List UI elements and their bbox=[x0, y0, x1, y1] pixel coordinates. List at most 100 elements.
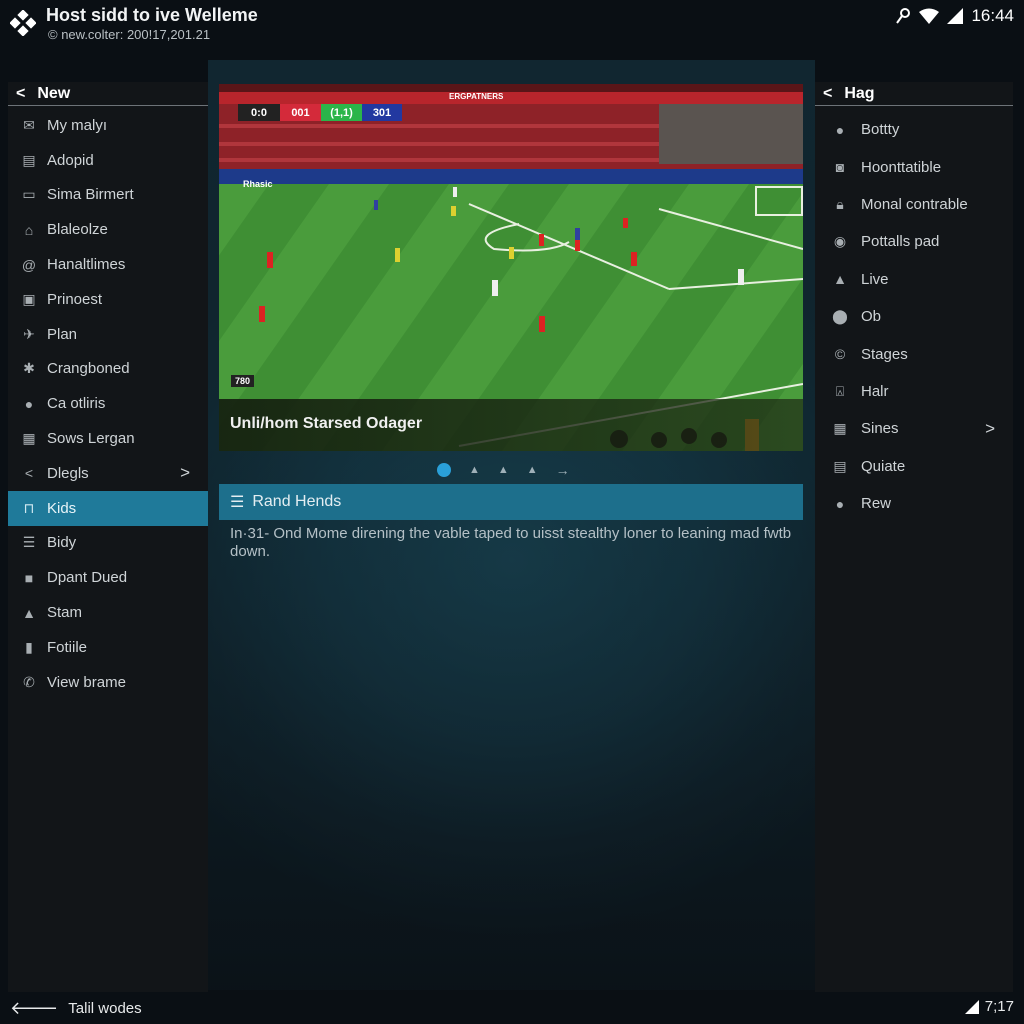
left-sidebar: < New ✉ My malyı ▤ Adopid ▭ Sima Birmert ⌂ Blale… bbox=[8, 82, 208, 992]
sidebar-item-hanaltlimes[interactable]: @ Hanaltlimes bbox=[8, 247, 208, 282]
list-icon: ☰ bbox=[230, 494, 245, 511]
back-chevron-icon[interactable]: < bbox=[823, 85, 832, 103]
sidebar-item-fotiile[interactable]: ▮ Fotiile bbox=[8, 630, 208, 665]
carousel-dot-active[interactable] bbox=[437, 463, 451, 477]
section-header[interactable]: ☰ Rand Hends bbox=[219, 484, 803, 520]
carousel-indicator: ▲ ▲ ▲ → bbox=[437, 462, 570, 478]
document-icon: ☰ bbox=[22, 534, 36, 551]
left-sidebar-title: New bbox=[37, 84, 71, 102]
sidebar-item-plan[interactable]: ✈ Plan bbox=[8, 317, 208, 352]
card-icon: ▤ bbox=[833, 457, 847, 474]
plane-icon: ✈ bbox=[23, 325, 35, 342]
sidebar-item-pottalls-pad[interactable]: ◉ Pottalls pad bbox=[815, 223, 1013, 260]
section-description: In·31- Ond Mome direning the vable taped… bbox=[230, 525, 792, 560]
sidebar-item-sines[interactable]: ▦ Sines > bbox=[815, 410, 1013, 447]
right-sidebar-header[interactable]: < Hag bbox=[815, 82, 1013, 106]
sidebar-item-stam[interactable]: ▲ Stam bbox=[8, 595, 208, 630]
app-logo-icon bbox=[10, 10, 36, 36]
sidebar-item-label: Blaleolze bbox=[47, 221, 108, 239]
lock-outline-icon: ⍓ bbox=[835, 382, 845, 399]
sidebar-item-my-maly-[interactable]: ✉ My malyı bbox=[8, 108, 208, 143]
box-icon: ⊓ bbox=[23, 499, 35, 516]
shirt-icon: ⌂ bbox=[24, 221, 34, 238]
carousel-dot-icon[interactable]: ▲ bbox=[469, 464, 480, 476]
sidebar-item-label: Kids bbox=[47, 499, 77, 517]
location-icon: ⬤ bbox=[832, 308, 848, 325]
sidebar-item-sows-lergan[interactable]: ▦ Sows Lergan bbox=[8, 421, 208, 456]
scoreboard-cell: 001 bbox=[280, 104, 321, 121]
mail-icon: ✉ bbox=[23, 116, 35, 133]
sidebar-item-hoonttatible[interactable]: ◙ Hoonttatible bbox=[815, 148, 1013, 185]
sidebar-item-label: Rew bbox=[861, 495, 892, 513]
sidebar-item-label: Hoonttatible bbox=[861, 158, 942, 176]
sidebar-item-stages[interactable]: © Stages bbox=[815, 335, 1013, 372]
scoreboard-cell: 0:0 bbox=[238, 104, 280, 121]
lock-icon: 🔒︎ bbox=[836, 195, 844, 212]
sidebar-item-label: Adopid bbox=[47, 151, 94, 169]
footer-time: 7;17 bbox=[984, 998, 1014, 1015]
card-icon: ▤ bbox=[22, 151, 36, 168]
sidebar-item-ca-otliris[interactable]: ● Ca otliris bbox=[8, 386, 208, 421]
stadium-banner: ERGPATNERS bbox=[449, 92, 504, 101]
sidebar-item-blaleolze[interactable]: ⌂ Blaleolze bbox=[8, 212, 208, 247]
sidebar-item-bidy[interactable]: ☰ Bidy bbox=[8, 526, 208, 561]
sidebar-item-dpant-dued[interactable]: ■ Dpant Dued bbox=[8, 560, 208, 595]
sidebar-item-label: Stages bbox=[861, 345, 908, 363]
bag-icon: ▣ bbox=[22, 290, 36, 307]
carousel-dot-icon[interactable]: ▲ bbox=[498, 464, 509, 476]
sidebar-item-label: Halr bbox=[861, 382, 889, 400]
sidebar-item-monal-contrable[interactable]: 🔒︎ Monal contrable bbox=[815, 186, 1013, 223]
badge-icon: ◙ bbox=[835, 159, 845, 176]
chevron-right-icon[interactable]: > bbox=[985, 419, 995, 439]
bottle-icon: ▮ bbox=[25, 638, 33, 655]
carousel-dot-icon[interactable]: ▲ bbox=[527, 464, 538, 476]
sidebar-item-quiate[interactable]: ▤ Quiate bbox=[815, 448, 1013, 485]
sidebar-item-kids[interactable]: ⊓ Kids bbox=[8, 490, 208, 526]
grid-icon: ▦ bbox=[22, 430, 36, 447]
status-bar: 16:44 bbox=[895, 6, 1014, 26]
back-chevron-icon[interactable]: < bbox=[16, 85, 25, 103]
video-caption: Unli/hom Starsed Odager bbox=[230, 415, 423, 432]
video-player[interactable]: 0:0 001 (1,1) 301 ERGPATNERS Rhasic 780 … bbox=[219, 84, 803, 451]
sidebar-item-ob[interactable]: ⬤ Ob bbox=[815, 298, 1013, 335]
sidebar-item-label: Pottalls pad bbox=[861, 233, 940, 251]
sidebar-item-label: Sines bbox=[861, 420, 899, 438]
top-bar: Host sidd to ive Welleme © new.colter: 2… bbox=[0, 0, 1024, 60]
carousel-next-arrow-icon[interactable]: → bbox=[556, 462, 570, 478]
left-sidebar-header[interactable]: < New bbox=[8, 82, 208, 106]
sidebar-item-label: Bottty bbox=[861, 121, 900, 139]
sidebar-item-label: Bidy bbox=[47, 534, 77, 552]
sidebar-item-label: Quiate bbox=[861, 457, 906, 475]
arrow-left-icon: 🡐 bbox=[10, 998, 59, 1018]
sidebar-item-label: Monal contrable bbox=[861, 195, 968, 213]
sidebar-item-adopid[interactable]: ▤ Adopid bbox=[8, 143, 208, 178]
scoreboard-cell: (1,1) bbox=[321, 104, 362, 121]
sidebar-item-halr[interactable]: ⍓ Halr bbox=[815, 373, 1013, 410]
sidebar-item-sima-birmert[interactable]: ▭ Sima Birmert bbox=[8, 178, 208, 213]
sidebar-item-prinoest[interactable]: ▣ Prinoest bbox=[8, 282, 208, 317]
right-sidebar: < Hag ● Bottty ◙ Hoonttatible 🔒︎ Monal contrab… bbox=[815, 82, 1013, 992]
sidebar-item-bottty[interactable]: ● Bottty bbox=[815, 111, 1013, 148]
back-button[interactable]: 🡐 Talil wodes bbox=[10, 998, 142, 1019]
signal-icon bbox=[947, 8, 964, 24]
sidebar-item-label: Ca otliris bbox=[47, 395, 106, 413]
sidebar-item-view-brame[interactable]: ✆ View brame bbox=[8, 665, 208, 700]
list-icon: ▭ bbox=[22, 186, 36, 203]
sidebar-item-dlegls[interactable]: < Dlegls > bbox=[8, 456, 208, 491]
video-caption-bar: Unli/hom Starsed Odager bbox=[219, 399, 803, 451]
chevron-right-icon[interactable]: > bbox=[180, 463, 190, 483]
key-icon bbox=[896, 8, 911, 24]
right-sidebar-title: Hag bbox=[844, 84, 875, 102]
sidebar-item-rew[interactable]: ● Rew bbox=[815, 485, 1013, 522]
page-title: Host sidd to ive Welleme bbox=[46, 5, 258, 25]
sidebar-item-live[interactable]: ▲ Live bbox=[815, 261, 1013, 298]
signal-icon bbox=[964, 999, 979, 1014]
person-icon: ▲ bbox=[22, 604, 36, 621]
pin-icon: ● bbox=[835, 121, 845, 138]
sidebar-item-crangboned[interactable]: ✱ Crangboned bbox=[8, 352, 208, 387]
sidebar-item-label: View brame bbox=[47, 673, 126, 691]
sidebar-item-label: Sows Lergan bbox=[47, 430, 135, 448]
sidebar-item-label: Dlegls bbox=[47, 464, 89, 482]
section-title: Rand Hends bbox=[252, 493, 342, 510]
person-icon: ▲ bbox=[833, 271, 847, 288]
